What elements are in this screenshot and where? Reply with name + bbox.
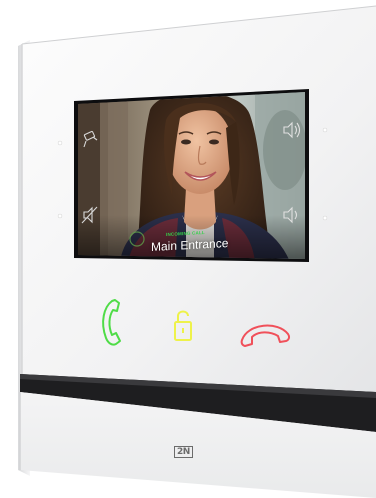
led-dot-right-bottom: [322, 215, 328, 221]
video-feed: [78, 92, 305, 259]
intercom-scene: [18, 5, 376, 498]
led-dot-left-top: [57, 140, 63, 146]
led-dot-right-top: [322, 127, 328, 133]
led-dot-left-bottom: [57, 213, 63, 219]
